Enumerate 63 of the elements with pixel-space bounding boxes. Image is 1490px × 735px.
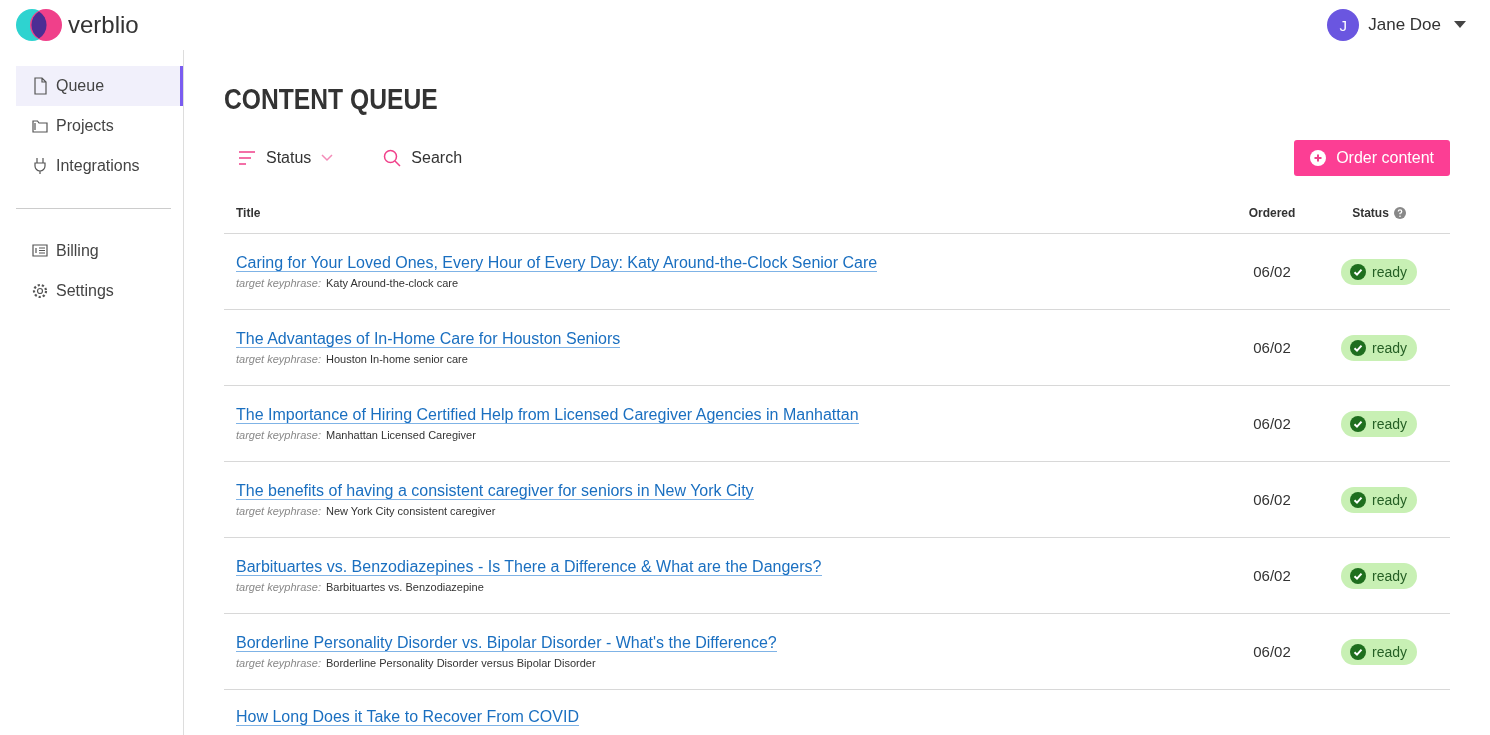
sidebar-item[interactable]: Queue bbox=[16, 66, 183, 106]
content-title-link[interactable]: The Advantages of In-Home Care for Houston Seniors bbox=[236, 330, 621, 348]
folder-icon bbox=[32, 117, 48, 135]
sidebar-item[interactable]: Billing bbox=[16, 231, 183, 271]
sidebar-item[interactable]: Projects bbox=[16, 106, 183, 146]
page-title: CONTENT QUEUE bbox=[224, 83, 439, 116]
ordered-date: 06/02 bbox=[1253, 491, 1291, 508]
column-header: Status bbox=[1352, 205, 1389, 220]
billing-icon bbox=[32, 242, 48, 260]
user-menu[interactable]: J Jane Doe bbox=[1327, 9, 1466, 41]
check-icon bbox=[1350, 643, 1366, 660]
chevron-icon bbox=[321, 154, 334, 162]
keyphrase-text: New York City consistent caregiver bbox=[326, 505, 496, 517]
filter-icon bbox=[238, 151, 256, 165]
avatar: J bbox=[1327, 9, 1360, 41]
logo-icon bbox=[16, 9, 62, 41]
content-title-link[interactable]: Barbituartes vs. Benzodiazepines - Is There a Difference & What are the Dangers? bbox=[236, 558, 822, 576]
order-content-button[interactable]: Order content bbox=[1294, 140, 1450, 176]
status-badge: ready bbox=[1341, 638, 1417, 665]
ordered-date: 06/02 bbox=[1253, 643, 1291, 660]
keyphrase-text: Barbituartes vs. Benzodiazepine bbox=[326, 581, 484, 593]
ordered-date: 06/02 bbox=[1253, 415, 1291, 432]
keyphrase-label: target keyphrase: bbox=[236, 505, 321, 517]
status-badge: ready bbox=[1341, 334, 1417, 361]
caret-icon bbox=[1454, 21, 1466, 29]
brand-name: verblio bbox=[68, 11, 139, 39]
file-icon bbox=[32, 77, 48, 95]
column-header: Title bbox=[236, 205, 262, 220]
content-title-link[interactable]: The Importance of Hiring Certified Help from Licensed Caregiver Agencies in Manhattan bbox=[236, 406, 859, 424]
plug-icon bbox=[32, 157, 48, 175]
check-icon bbox=[1350, 567, 1366, 584]
ordered-date: 06/02 bbox=[1253, 567, 1291, 584]
plus-icon bbox=[1310, 150, 1327, 166]
search-icon bbox=[383, 149, 402, 167]
status-filter[interactable]: Status bbox=[224, 149, 334, 167]
keyphrase-label: target keyphrase: bbox=[236, 657, 321, 669]
content-title-link[interactable]: The benefits of having a consistent caregiver for seniors in New York City bbox=[236, 482, 754, 500]
keyphrase-text: Katy Around-the-clock care bbox=[326, 277, 459, 289]
status-badge: ready bbox=[1341, 562, 1417, 589]
sidebar-item[interactable]: Integrations bbox=[16, 146, 183, 186]
keyphrase-label: target keyphrase: bbox=[236, 353, 321, 365]
help-icon bbox=[1393, 206, 1406, 219]
check-icon bbox=[1350, 491, 1366, 508]
check-icon bbox=[1350, 415, 1366, 432]
status-badge: ready bbox=[1341, 258, 1417, 285]
content-title-link[interactable]: How Long Does it Take to Recover From COVID bbox=[236, 708, 579, 726]
check-icon bbox=[1350, 263, 1366, 280]
column-header: Ordered bbox=[1247, 205, 1297, 220]
keyphrase-label: target keyphrase: bbox=[236, 581, 321, 593]
status-badge: ready bbox=[1341, 410, 1417, 437]
keyphrase-text: Borderline Personality Disorder versus Bipolar Disorder bbox=[326, 657, 596, 669]
keyphrase-text: Manhattan Licensed Caregiver bbox=[326, 429, 476, 441]
content-title-link[interactable]: Borderline Personality Disorder vs. Bipolar Disorder - What's the Difference? bbox=[236, 634, 777, 652]
check-icon bbox=[1350, 339, 1366, 356]
keyphrase-label: target keyphrase: bbox=[236, 429, 321, 441]
ordered-date: 06/02 bbox=[1253, 263, 1291, 280]
keyphrase-label: target keyphrase: bbox=[236, 277, 321, 289]
content-title-link[interactable]: Caring for Your Loved Ones, Every Hour of Every Day: Katy Around-the-Clock Senior Care bbox=[236, 254, 878, 272]
keyphrase-text: Houston In-home senior care bbox=[326, 353, 468, 365]
status-badge: ready bbox=[1341, 486, 1417, 513]
sidebar-item[interactable]: Settings bbox=[16, 271, 183, 311]
ordered-date: 06/02 bbox=[1253, 339, 1291, 356]
gear-icon bbox=[32, 282, 48, 300]
